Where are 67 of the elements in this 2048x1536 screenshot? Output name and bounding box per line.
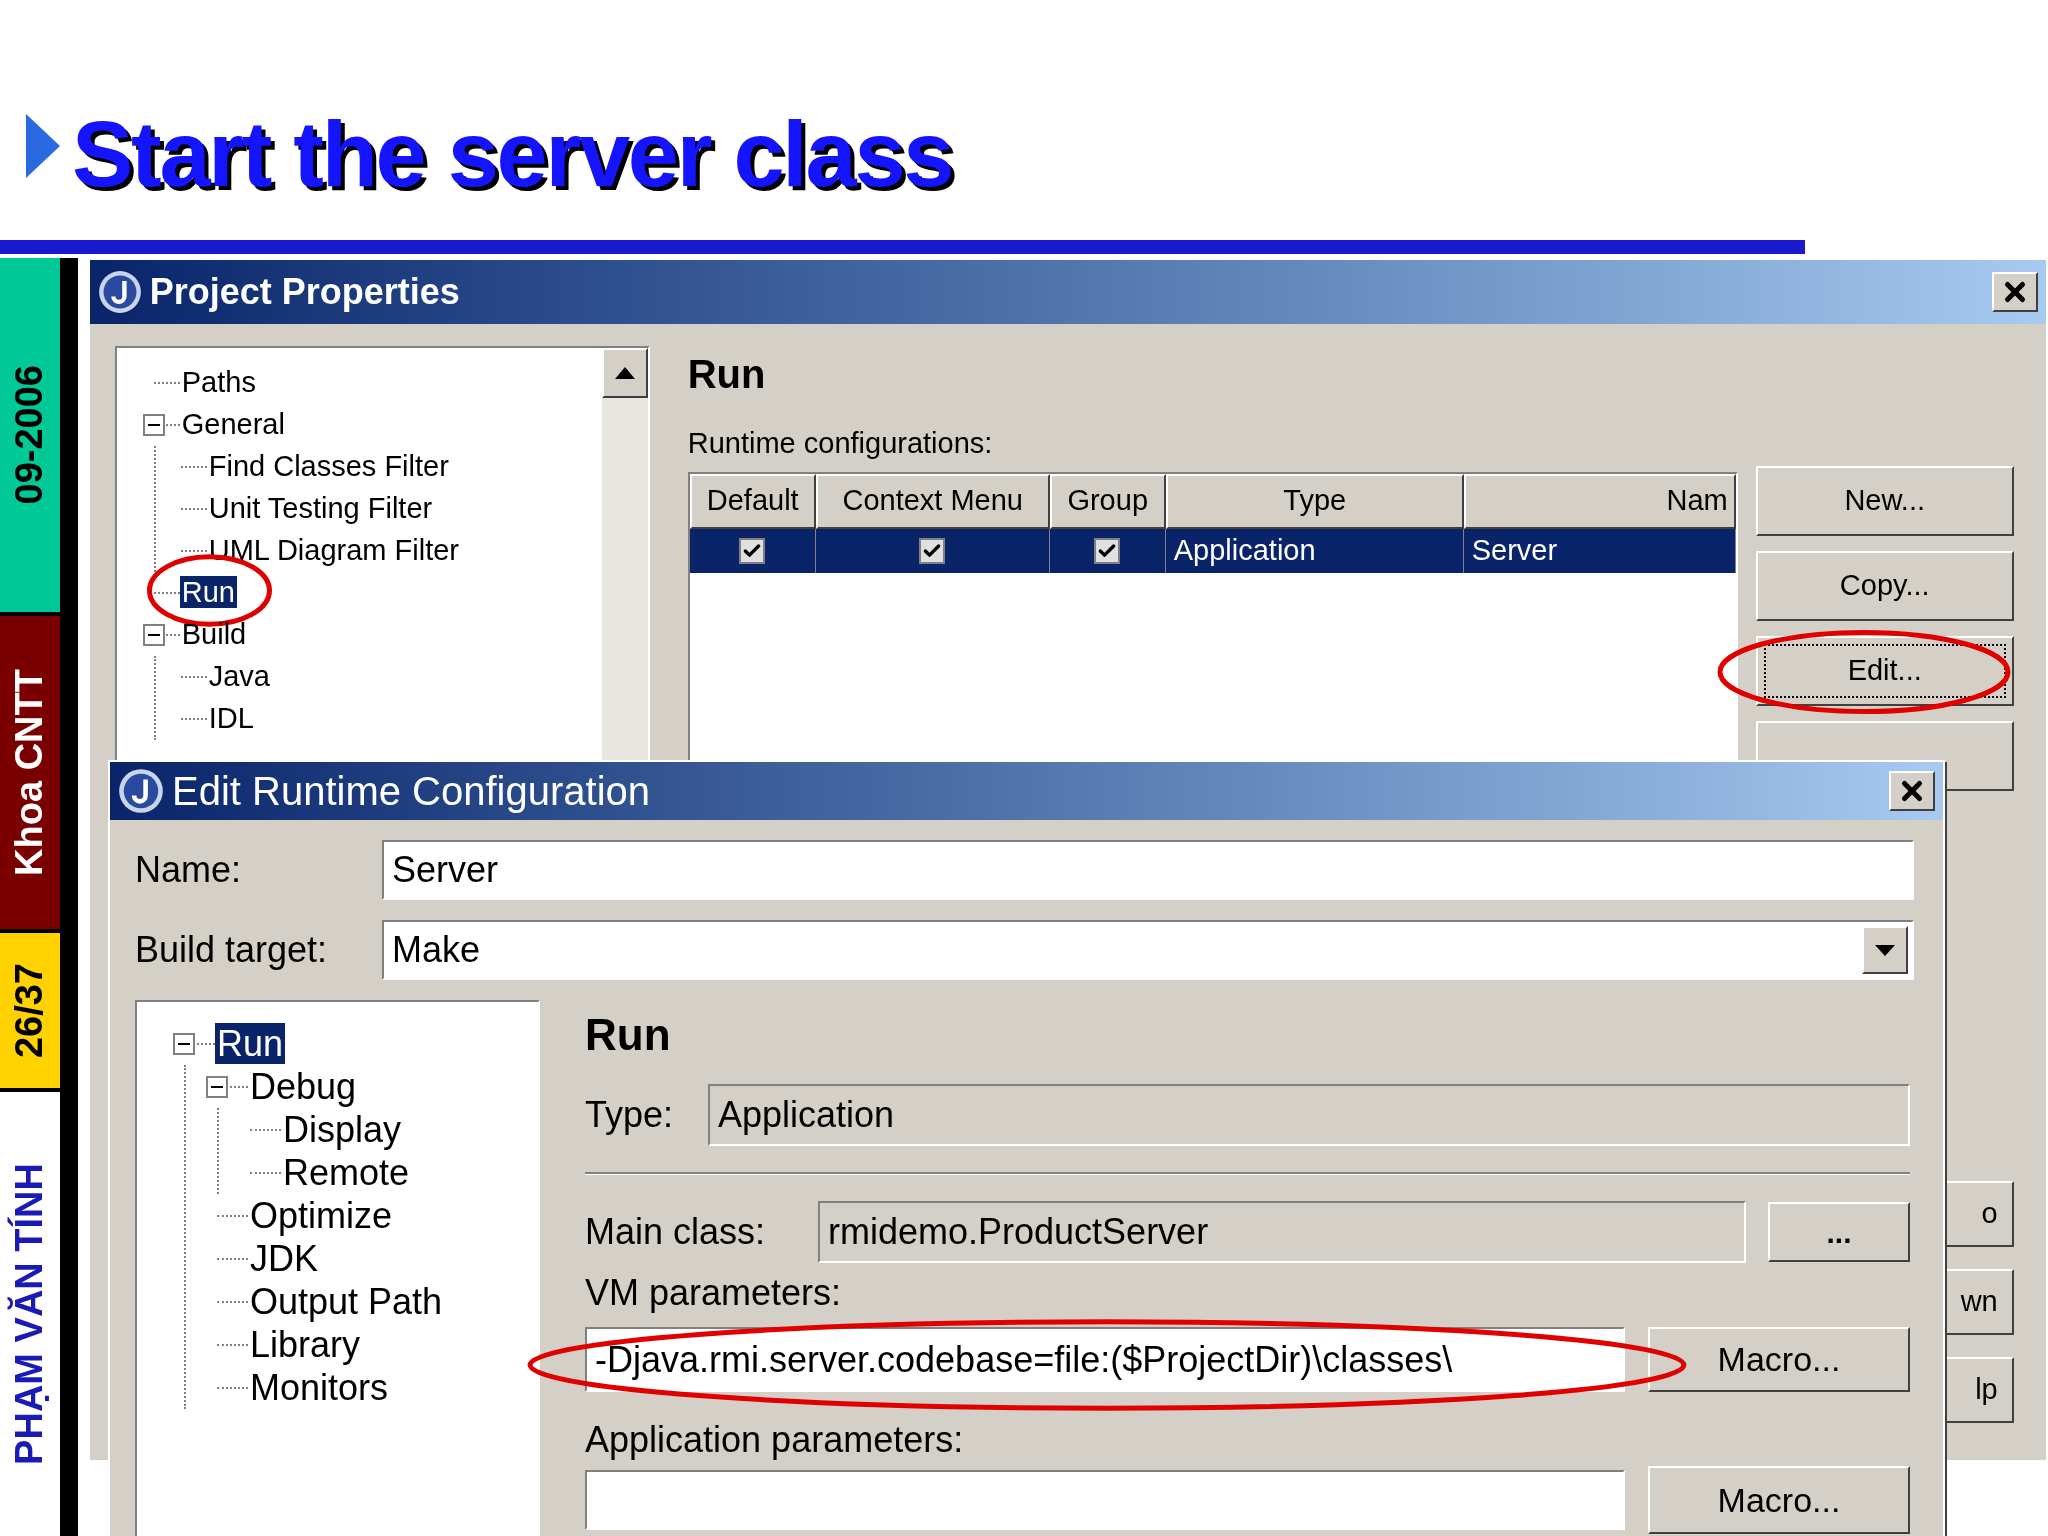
action-button[interactable]: Edit... xyxy=(1755,635,2014,706)
bullet-triangle-icon xyxy=(26,114,60,178)
tree-item[interactable]: IDL xyxy=(206,702,256,735)
section-title: Run xyxy=(585,1009,672,1061)
tree-item[interactable]: JDK xyxy=(248,1237,320,1279)
window-title: Edit Runtime Configuration xyxy=(172,768,651,815)
tree-item[interactable]: Display xyxy=(281,1108,404,1150)
vm-parameters-field[interactable]: -Djava.rmi.server.codebase=file:($ProjectDir)\classes\ xyxy=(585,1327,1625,1392)
tree-item[interactable]: Find Classes Filter xyxy=(206,450,451,483)
field-label: VM parameters: xyxy=(585,1273,842,1313)
browse-button[interactable]: ... xyxy=(1768,1202,1910,1262)
application-parameters-field[interactable] xyxy=(585,1470,1625,1530)
macro-button[interactable]: Macro... xyxy=(1648,1327,1910,1392)
tree-item[interactable]: Run xyxy=(179,576,237,609)
field-label: Build target: xyxy=(135,928,329,972)
checkbox[interactable] xyxy=(919,537,946,564)
collapse-icon[interactable] xyxy=(206,1075,228,1098)
tree-item[interactable]: Run xyxy=(215,1022,286,1064)
table-label: Runtime configurations: xyxy=(687,426,994,461)
window-title: Project Properties xyxy=(149,270,460,314)
build-target-dropdown[interactable]: Make xyxy=(382,920,1914,980)
tree-item[interactable]: Remote xyxy=(281,1151,412,1193)
side-label: 09-2006 xyxy=(7,365,52,505)
column-header[interactable]: Nam xyxy=(1463,473,1736,529)
checkbox[interactable] xyxy=(739,537,766,564)
field-label: Type: xyxy=(585,1093,675,1137)
app-logo-icon xyxy=(97,270,142,314)
field-label: Main class: xyxy=(585,1210,767,1254)
column-header[interactable]: Default xyxy=(689,473,816,529)
tree-item[interactable]: Unit Testing Filter xyxy=(206,492,435,525)
main-class-field[interactable]: rmidemo.ProductServer xyxy=(818,1201,1746,1263)
side-label: 26/37 xyxy=(7,962,52,1059)
table-cell-text: Application xyxy=(1173,532,1316,568)
close-button[interactable] xyxy=(1889,771,1935,811)
side-label: Khoa CNTT xyxy=(7,669,52,876)
name-field[interactable]: Server xyxy=(382,840,1914,900)
app-logo-icon xyxy=(118,768,164,814)
collapse-icon[interactable] xyxy=(143,414,166,436)
macro-button[interactable]: Macro... xyxy=(1648,1466,1910,1534)
collapse-icon[interactable] xyxy=(143,624,166,646)
tree-item[interactable]: Optimize xyxy=(248,1194,395,1236)
field-label: Name: xyxy=(135,848,243,892)
section-title: Run xyxy=(687,354,767,394)
tree-item[interactable]: Monitors xyxy=(248,1366,391,1408)
tree-item[interactable]: Debug xyxy=(248,1065,359,1107)
tree-item[interactable]: Paths xyxy=(179,366,258,399)
collapse-icon[interactable] xyxy=(173,1032,195,1055)
tree-item[interactable]: Build xyxy=(179,618,249,651)
tree-item[interactable]: Library xyxy=(248,1323,363,1365)
action-button[interactable]: Copy... xyxy=(1755,550,2014,621)
dropdown-arrow-icon[interactable] xyxy=(1875,944,1895,956)
type-field[interactable]: Application xyxy=(708,1084,1910,1146)
close-button[interactable] xyxy=(1992,272,2038,312)
side-label: PHẠM VĂN TÍNH xyxy=(6,1163,52,1465)
table-cell-text: Server xyxy=(1471,532,1558,568)
tree-item[interactable]: Output Path xyxy=(248,1280,445,1322)
action-button[interactable]: New... xyxy=(1755,465,2014,536)
table-row[interactable]: Application Server xyxy=(689,528,1736,573)
tree-item[interactable]: General xyxy=(179,408,287,441)
column-header[interactable]: Context Menu xyxy=(815,473,1050,529)
slide-title: Start the server class xyxy=(72,108,953,200)
column-header[interactable]: Type xyxy=(1165,473,1464,529)
field-label: Application parameters: xyxy=(585,1420,965,1460)
column-header[interactable]: Group xyxy=(1049,473,1166,529)
tree-item[interactable]: Java xyxy=(206,660,272,693)
checkbox[interactable] xyxy=(1094,537,1121,564)
scroll-up-icon[interactable] xyxy=(614,367,635,379)
